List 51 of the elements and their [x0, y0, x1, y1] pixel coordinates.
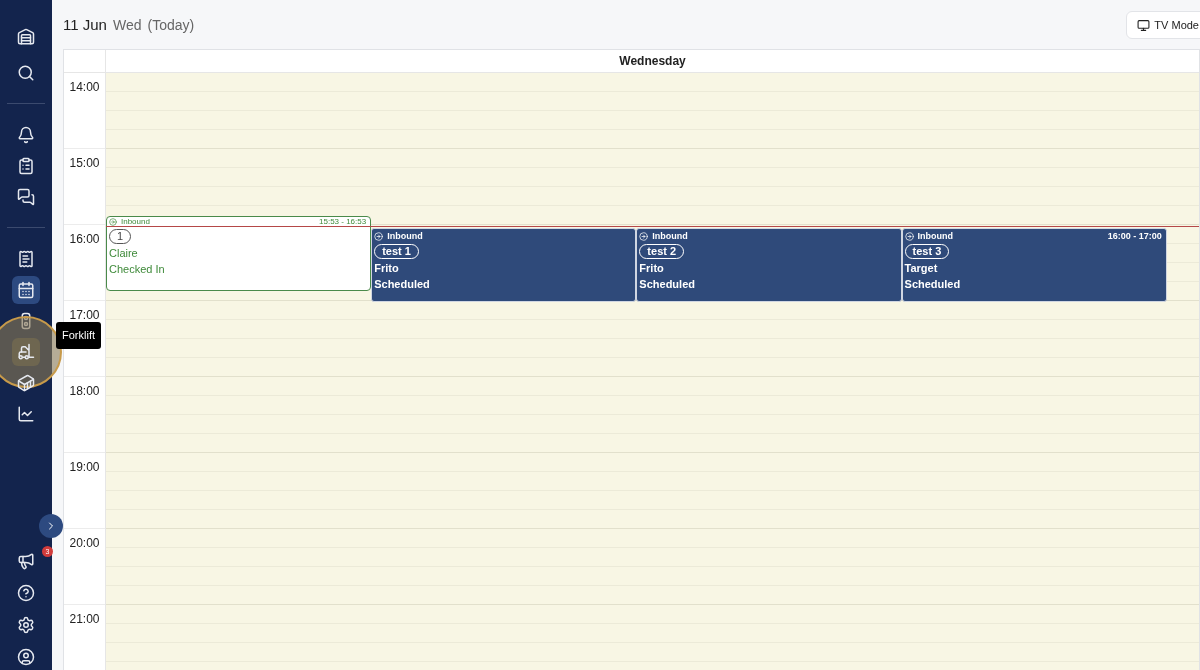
list-icon	[17, 249, 35, 268]
nav-button[interactable]	[12, 337, 40, 366]
chart-icon	[17, 404, 35, 423]
tv-mode-button[interactable]: TV Mode	[1126, 11, 1200, 39]
event-time: 16:00 - 17:00	[1107, 230, 1162, 242]
hour-label: 20:00	[69, 536, 100, 550]
tooltip: Forklift	[56, 322, 101, 349]
hour-label: 21:00	[69, 612, 100, 626]
hour-label: 15:00	[69, 156, 100, 170]
hour-label: 18:00	[69, 384, 100, 398]
event-time: 15:53 - 16:53	[319, 217, 367, 227]
settings-icon	[17, 615, 35, 634]
arrow-icon	[109, 218, 117, 226]
event-type: Inbound	[917, 230, 954, 242]
event-type: Inbound	[652, 230, 688, 242]
event-type: Inbound	[121, 217, 150, 227]
search-icon	[17, 63, 35, 82]
clipboard-icon	[17, 156, 35, 175]
calendar-icon	[17, 280, 35, 299]
appointment-card[interactable]: Inbound 16:00 - 17:00 test 3 Target Scheduled	[901, 228, 1167, 302]
help-icon	[17, 583, 35, 602]
carrier-name: Target	[904, 261, 938, 275]
carrier-name: Claire	[109, 246, 138, 260]
bell-icon	[17, 125, 35, 144]
chat-icon	[17, 187, 35, 206]
hour-label: 16:00	[69, 232, 100, 246]
hour-label: 14:00	[69, 80, 100, 94]
hour-label: 19:00	[69, 460, 100, 474]
monitor-icon	[1137, 18, 1151, 32]
hour-label: 17:00	[69, 308, 100, 322]
status-label: Scheduled	[639, 277, 695, 291]
user-icon	[17, 647, 35, 666]
nav-button[interactable]	[12, 275, 40, 304]
today-label: (Today)	[147, 15, 195, 35]
event-type: Inbound	[387, 230, 423, 242]
container-icon	[17, 373, 35, 392]
appointment-card[interactable]: Inbound test 1 Frito Scheduled	[371, 228, 637, 302]
forklift-icon	[17, 342, 35, 361]
date-title: 11 Jun	[63, 14, 107, 35]
warehouse-icon	[17, 27, 35, 46]
status-label: Scheduled	[374, 277, 430, 291]
megaphone-icon	[17, 551, 35, 570]
expand-sidebar-button[interactable]	[39, 514, 63, 538]
carrier-name: Frito	[639, 261, 664, 275]
carrier-name: Frito	[374, 261, 399, 275]
status-label: Checked In	[109, 262, 165, 276]
appointment-card[interactable]: Inbound test 2 Frito Scheduled	[636, 228, 902, 302]
appointment-card[interactable]: Inbound 15:53 - 16:53 1 Claire Checked In	[106, 216, 372, 291]
weekday-label: Wed	[112, 15, 142, 35]
day-header: Wednesday	[618, 53, 687, 70]
status-label: Scheduled	[904, 277, 961, 291]
